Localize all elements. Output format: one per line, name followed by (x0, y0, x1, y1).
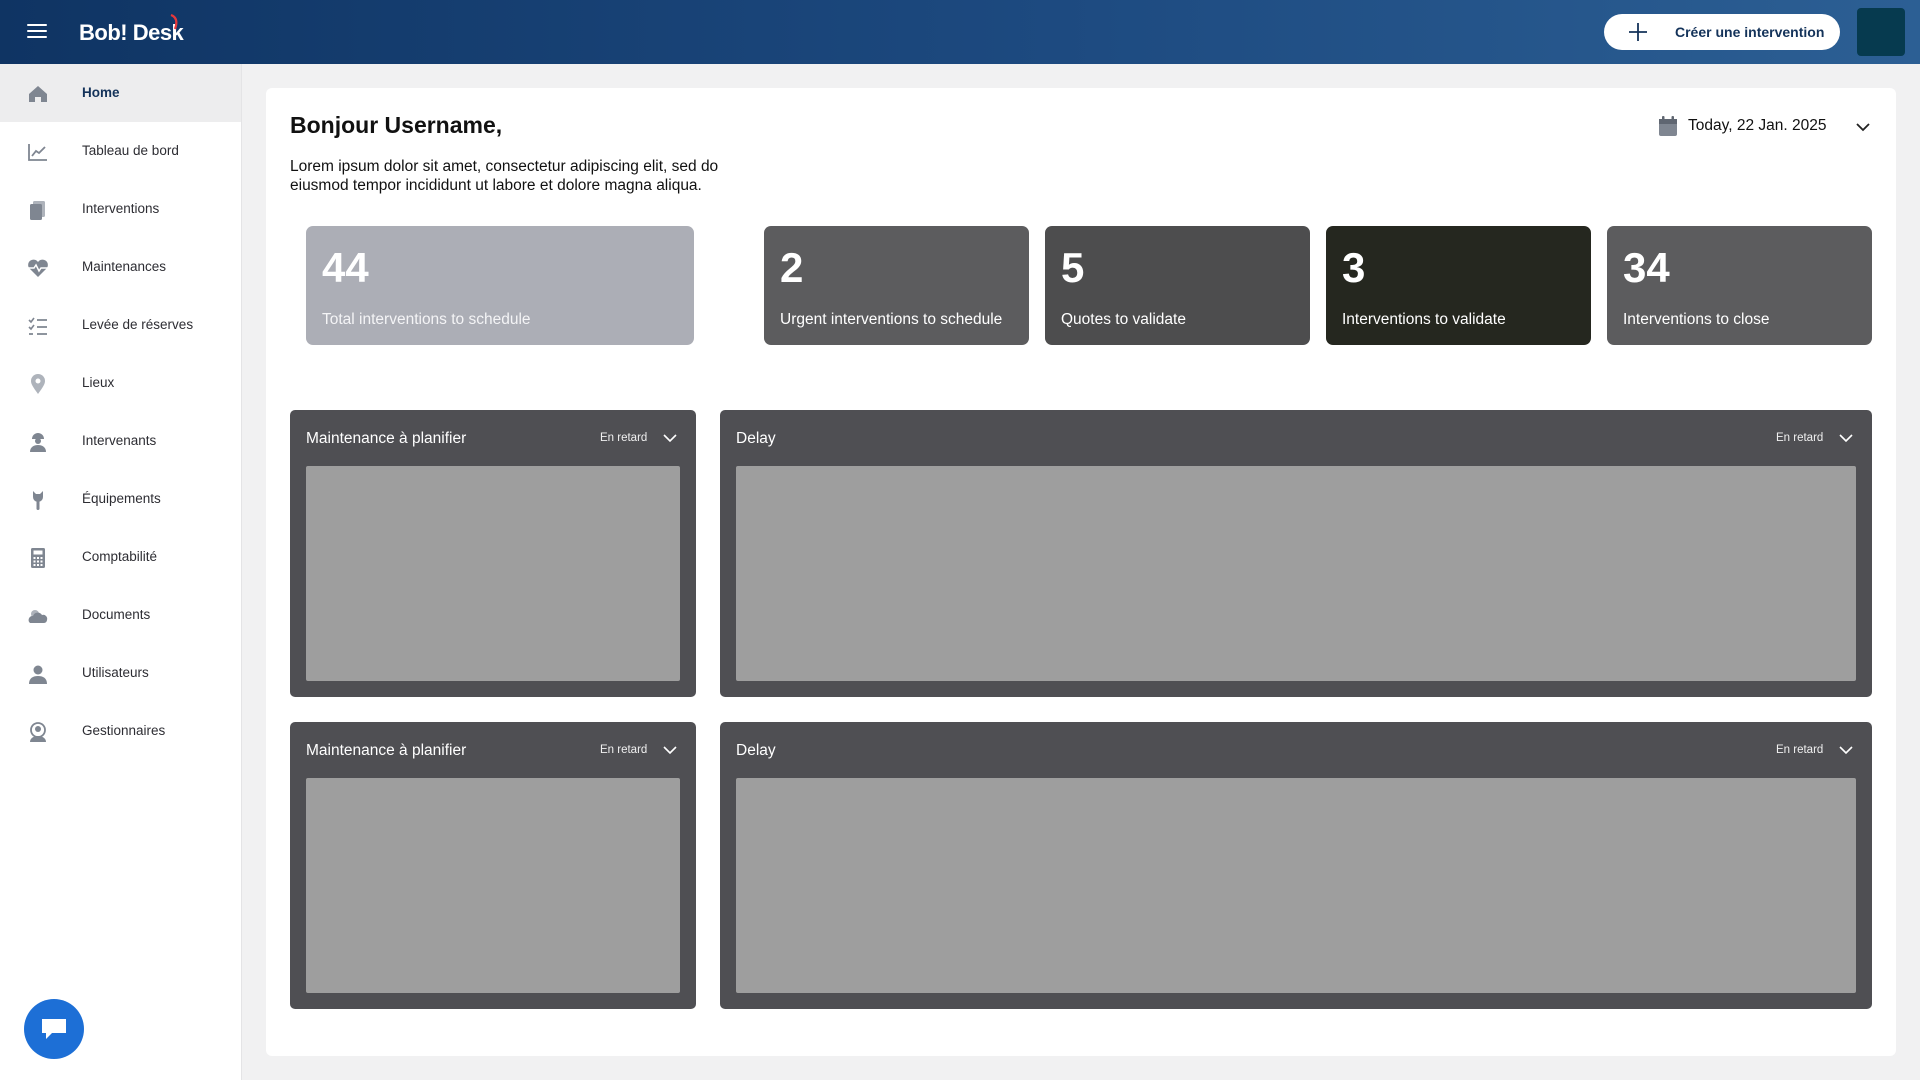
hamburger-icon (27, 24, 47, 26)
panel-delay: Delay En retard (720, 410, 1872, 697)
stat-card-interventions-to-validate[interactable]: 3 Interventions to validate (1326, 226, 1591, 345)
sidebar-item-label: Équipements (82, 491, 161, 506)
chat-button[interactable] (24, 999, 84, 1059)
date-selector[interactable]: Today, 22 Jan. 2025 (1658, 112, 1874, 142)
stat-value: 34 (1623, 244, 1670, 291)
wrench-icon (33, 491, 43, 510)
chevron-down-icon (1839, 434, 1853, 443)
sidebar-item-label: Lieux (82, 375, 115, 390)
chevron-down-icon (663, 434, 677, 443)
documents-icon (30, 201, 45, 220)
filter-label: En retard (600, 744, 648, 756)
stat-label: Interventions to close (1623, 311, 1770, 328)
panel-title: Maintenance à planifier (306, 742, 467, 759)
filter-label: En retard (1776, 432, 1824, 444)
stat-label: Total interventions to schedule (322, 311, 531, 328)
stat-label: Urgent interventions to schedule (780, 311, 1003, 328)
stat-label: Interventions to validate (1342, 311, 1506, 328)
stat-card-total-interventions[interactable]: 44 Total interventions to schedule (306, 226, 694, 345)
stat-label: Quotes to validate (1061, 311, 1186, 328)
sidebar-item-label: Levée de réserves (82, 317, 194, 332)
sidebar: Home Tableau de bord Interventions Maint… (0, 64, 242, 1080)
top-bar: Bob! Desk Créer une intervention (0, 0, 1920, 64)
create-intervention-label: Créer une intervention (1675, 24, 1825, 40)
chevron-down-icon (663, 746, 677, 755)
sidebar-item-label: Interventions (82, 201, 160, 216)
sidebar-item-tableau-de-bord[interactable]: Tableau de bord (0, 122, 241, 180)
panel-content-placeholder (736, 466, 1856, 681)
sidebar-item-home[interactable]: Home (0, 64, 241, 122)
cloud-folder-icon (28, 610, 48, 623)
sidebar-item-label: Gestionnaires (82, 723, 166, 738)
stat-card-urgent-interventions[interactable]: 2 Urgent interventions to schedule (764, 226, 1029, 345)
panel-filter-dropdown[interactable]: En retard (600, 428, 684, 450)
manager-icon (30, 722, 46, 742)
panel-content-placeholder (736, 778, 1856, 993)
filter-label: En retard (1776, 744, 1824, 756)
calendar-icon (1659, 116, 1677, 136)
panel-delay: Delay En retard (720, 722, 1872, 1009)
stat-value: 2 (780, 244, 804, 291)
chevron-down-icon (1856, 123, 1870, 132)
panel-maintenance-a-planifier: Maintenance à planifier En retard (290, 410, 696, 697)
sidebar-item-documents[interactable]: Documents (0, 586, 241, 644)
date-label: Today, 22 Jan. 2025 (1688, 117, 1827, 134)
stat-card-quotes[interactable]: 5 Quotes to validate (1045, 226, 1310, 345)
plus-icon (1629, 23, 1647, 41)
user-icon (29, 665, 47, 684)
logo-mark-icon (170, 14, 178, 30)
location-pin-icon (31, 374, 45, 394)
sidebar-item-label: Home (82, 85, 120, 100)
sidebar-item-gestionnaires[interactable]: Gestionnaires (0, 702, 241, 760)
intro-text: Lorem ipsum dolor sit amet, consectetur … (290, 158, 719, 194)
sidebar-item-equipements[interactable]: Équipements (0, 470, 241, 528)
filter-label: En retard (600, 432, 648, 444)
heartbeat-icon (28, 259, 48, 277)
home-icon (29, 86, 47, 102)
panel-maintenance-a-planifier: Maintenance à planifier En retard (290, 722, 696, 1009)
calculator-icon (31, 548, 45, 568)
panel-content-placeholder (306, 466, 680, 681)
sidebar-item-label: Utilisateurs (82, 665, 149, 680)
worker-icon (30, 433, 46, 452)
sidebar-item-label: Tableau de bord (82, 143, 179, 158)
sidebar-item-label: Documents (82, 607, 151, 622)
stat-card-interventions-to-close[interactable]: 34 Interventions to close (1607, 226, 1872, 345)
stat-value: 44 (322, 244, 369, 291)
chevron-down-icon (1839, 746, 1853, 755)
panel-title: Delay (736, 742, 776, 759)
hamburger-menu-button[interactable] (24, 20, 50, 44)
panel-filter-dropdown[interactable]: En retard (1776, 740, 1860, 762)
chart-line-icon (28, 144, 47, 161)
sidebar-item-intervenants[interactable]: Intervenants (0, 412, 241, 470)
sidebar-item-interventions[interactable]: Interventions (0, 180, 241, 238)
page-title: Bonjour Username, (290, 112, 503, 138)
sidebar-item-lieux[interactable]: Lieux (0, 354, 241, 412)
stat-value: 3 (1342, 244, 1366, 291)
panel-title: Delay (736, 430, 776, 447)
sidebar-item-maintenances[interactable]: Maintenances (0, 238, 241, 296)
sidebar-item-label: Intervenants (82, 433, 157, 448)
main-content: Bonjour Username, Lorem ipsum dolor sit … (266, 88, 1896, 1056)
sidebar-item-label: Comptabilité (82, 549, 158, 564)
sidebar-item-utilisateurs[interactable]: Utilisateurs (0, 644, 241, 702)
create-intervention-button[interactable]: Créer une intervention (1604, 14, 1840, 50)
sidebar-item-comptabilite[interactable]: Comptabilité (0, 528, 241, 586)
sidebar-item-levee-de-reserves[interactable]: Levée de réserves (0, 296, 241, 354)
stat-value: 5 (1061, 244, 1085, 291)
panel-filter-dropdown[interactable]: En retard (1776, 428, 1860, 450)
panel-content-placeholder (306, 778, 680, 993)
panel-filter-dropdown[interactable]: En retard (600, 740, 684, 762)
avatar[interactable] (1857, 8, 1905, 56)
checklist-icon (28, 317, 47, 335)
sidebar-item-label: Maintenances (82, 259, 167, 274)
app-logo[interactable]: Bob! Desk (79, 20, 184, 46)
chat-icon (42, 1019, 66, 1039)
panel-title: Maintenance à planifier (306, 430, 467, 447)
